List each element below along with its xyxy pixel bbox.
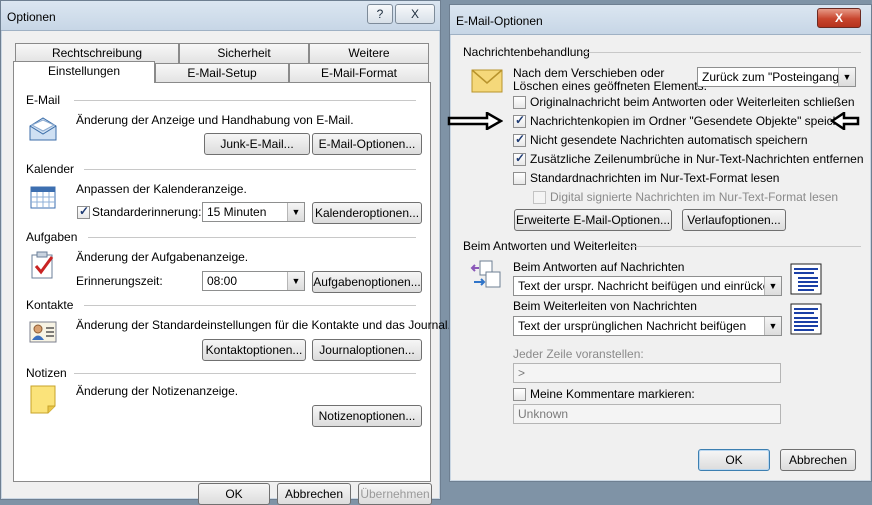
journal-options-button[interactable]: Journaloptionen...: [312, 339, 422, 361]
chevron-down-icon[interactable]: ▼: [838, 68, 855, 86]
tab-email-setup[interactable]: E-Mail-Setup: [155, 63, 289, 83]
tracking-options-button[interactable]: Verlaufoptionen...: [682, 209, 786, 231]
calendar-options-button[interactable]: Kalenderoptionen...: [312, 202, 422, 224]
plain-text-checkbox[interactable]: [513, 172, 526, 185]
signed-plain-text-checkbox[interactable]: [533, 191, 546, 204]
contact-options-button[interactable]: Kontaktoptionen...: [202, 339, 306, 361]
reply-forward-icon: [470, 260, 502, 290]
options-titlebar: Optionen ? X: [1, 1, 440, 31]
move-label-line2: Löschen eines geöffneten Elements:: [513, 79, 707, 93]
mark-comments-input[interactable]: Unknown: [513, 404, 781, 424]
mark-comments-label: Meine Kommentare markieren:: [530, 387, 695, 401]
settings-panel: E-Mail Änderung der Anzeige und Handhabu…: [13, 82, 451, 482]
forward-preview-icon: [790, 303, 822, 335]
sticky-note-icon: [29, 384, 57, 414]
chevron-down-icon[interactable]: ▼: [764, 277, 781, 295]
reply-preview-icon: [790, 263, 822, 295]
tab-einstellungen[interactable]: Einstellungen: [13, 61, 155, 83]
email-options-button[interactable]: E-Mail-Optionen...: [312, 133, 422, 155]
calendar-icon: [30, 185, 56, 209]
tasks-options-button[interactable]: Aufgabenoptionen...: [312, 271, 422, 293]
apply-button[interactable]: Übernehmen: [358, 483, 432, 505]
save-copies-checkbox[interactable]: [513, 113, 526, 128]
reminder-time-label: Erinnerungszeit:: [76, 274, 163, 288]
reply-select[interactable]: Text der urspr. Nachricht beifügen und e…: [513, 276, 782, 296]
default-reminder-value: 15 Minuten: [207, 205, 267, 219]
divider: [74, 100, 416, 101]
divider: [84, 305, 416, 306]
options-dialog: Optionen ? X Rechtschreibung Sicherheit …: [0, 0, 451, 505]
after-move-select[interactable]: Zurück zum "Posteingang" ▼: [697, 67, 856, 87]
remove-linebreaks-checkbox[interactable]: [513, 151, 526, 166]
reminder-time-select[interactable]: 08:00 ▼: [202, 271, 305, 291]
calendar-desc: Anpassen der Kalenderanzeige.: [76, 182, 247, 196]
contacts-heading: Kontakte: [26, 298, 74, 312]
email-options-titlebar: E-Mail-Optionen X: [450, 5, 871, 35]
cancel-button[interactable]: Abbrechen: [780, 449, 856, 471]
cancel-button[interactable]: Abbrechen: [277, 483, 351, 505]
move-label-line1: Nach dem Verschieben oder: [513, 66, 665, 80]
close-button[interactable]: X: [817, 8, 861, 28]
notes-options-button[interactable]: Notizenoptionen...: [312, 405, 422, 427]
chevron-down-icon[interactable]: ▼: [764, 317, 781, 335]
arrow-left-icon: [829, 110, 860, 132]
forward-select[interactable]: Text der ursprünglichen Nachricht beifüg…: [513, 316, 782, 336]
autosave-label: Nicht gesendete Nachrichten automatisch …: [530, 133, 808, 147]
remove-linebreaks-label: Zusätzliche Zeilenumbrüche in Nur-Text-N…: [530, 152, 864, 166]
save-copies-label: Nachrichtenkopien im Ordner "Gesendete O…: [530, 114, 857, 128]
envelope-icon: [28, 116, 58, 142]
help-button[interactable]: ?: [367, 4, 393, 24]
email-heading: E-Mail: [26, 93, 61, 107]
tab-weitere[interactable]: Weitere: [309, 43, 429, 63]
chevron-down-icon[interactable]: ▼: [287, 203, 304, 221]
tab-email-format[interactable]: E-Mail-Format: [289, 63, 429, 83]
default-reminder-select[interactable]: 15 Minuten ▼: [202, 202, 305, 222]
mark-comments-checkbox[interactable]: [513, 388, 526, 401]
close-original-label: Originalnachricht beim Antworten oder We…: [530, 95, 855, 109]
advanced-email-options-button[interactable]: Erweiterte E-Mail-Optionen...: [514, 209, 672, 231]
after-move-value: Zurück zum "Posteingang": [702, 70, 844, 84]
chevron-down-icon[interactable]: ▼: [287, 272, 304, 290]
notes-desc: Änderung der Notizenanzeige.: [76, 384, 239, 398]
plain-text-label: Standardnachrichten im Nur-Text-Format l…: [530, 171, 780, 185]
reply-value: Text der urspr. Nachricht beifügen und e…: [518, 279, 777, 293]
calendar-heading: Kalender: [26, 162, 75, 176]
envelope-icon: [471, 69, 503, 93]
reply-heading: Beim Antworten und Weiterleiten: [463, 239, 637, 253]
close-button[interactable]: X: [395, 4, 435, 24]
prefix-input[interactable]: >: [513, 363, 781, 383]
email-options-title: E-Mail-Optionen: [456, 14, 543, 28]
notes-heading: Notizen: [26, 366, 67, 380]
tab-rechtschreibung[interactable]: Rechtschreibung: [15, 43, 179, 63]
options-title: Optionen: [7, 10, 56, 24]
default-reminder-checkbox[interactable]: [77, 204, 90, 219]
reminder-time-value: 08:00: [207, 274, 238, 288]
prefix-label: Jeder Zeile voranstellen:: [513, 347, 644, 361]
tasks-heading: Aufgaben: [26, 230, 78, 244]
divider: [84, 169, 416, 170]
email-desc: Änderung der Anzeige und Handhabung von …: [76, 113, 354, 127]
autosave-checkbox[interactable]: [513, 132, 526, 147]
close-original-checkbox[interactable]: [513, 96, 526, 109]
signed-plain-text-label: Digital signierte Nachrichten im Nur-Tex…: [550, 190, 839, 204]
tasks-desc: Änderung der Aufgabenanzeige.: [76, 250, 249, 264]
handling-heading: Nachrichtenbehandlung: [463, 45, 590, 59]
contact-card-icon: [29, 320, 57, 344]
junk-email-button[interactable]: Junk-E-Mail...: [204, 133, 310, 155]
email-options-dialog: E-Mail-Optionen X Nachrichtenbehandlung …: [449, 4, 872, 482]
forward-label: Beim Weiterleiten von Nachrichten: [513, 299, 697, 313]
reply-label: Beim Antworten auf Nachrichten: [513, 260, 685, 274]
arrow-right-icon: [447, 110, 504, 132]
forward-value: Text der ursprünglichen Nachricht beifüg…: [518, 319, 747, 333]
default-reminder-label: Standarderinnerung:: [92, 205, 202, 219]
task-clipboard-icon: [30, 251, 56, 279]
divider: [584, 52, 861, 53]
tab-sicherheit[interactable]: Sicherheit: [179, 43, 309, 63]
ok-button[interactable]: OK: [698, 449, 770, 471]
contacts-desc: Änderung der Standardeinstellungen für d…: [76, 318, 451, 332]
divider: [74, 373, 416, 374]
divider: [626, 246, 861, 247]
divider: [88, 237, 416, 238]
ok-button[interactable]: OK: [198, 483, 270, 505]
